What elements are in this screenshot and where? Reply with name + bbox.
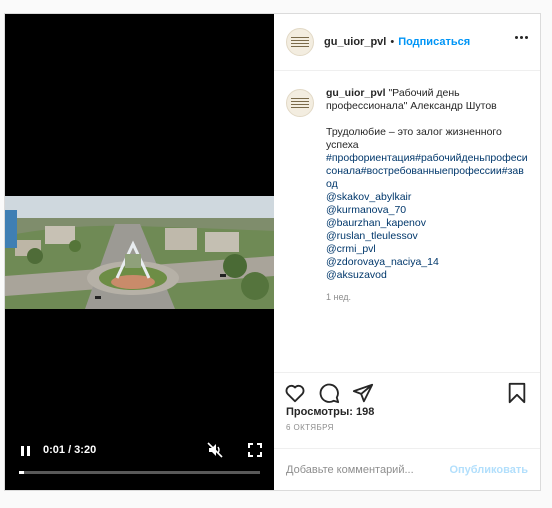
publish-button[interactable]: Опубликовать (449, 464, 528, 476)
instagram-post: 0:01 / 3:20 gu_uior_pvl • Подписаться gu… (4, 13, 541, 491)
hashtags[interactable]: #профориентация#рабочийденьпрофесисонала… (326, 152, 528, 191)
mentions-list: @skakov_abylkair @kurmanova_70 @baurzhan_k… (326, 191, 528, 282)
more-icon[interactable] (515, 36, 528, 39)
video-progress-bar[interactable] (19, 471, 260, 474)
share-icon[interactable] (352, 382, 374, 404)
time-ago[interactable]: 1 нед. (326, 291, 528, 304)
pause-icon[interactable] (19, 444, 33, 458)
mention-link[interactable]: @zdorovaya_naciya_14 (326, 256, 528, 269)
comment-bar: Добавьте комментарий... Опубликовать (274, 448, 540, 490)
video-progress-fill (19, 471, 24, 474)
follow-button[interactable]: Подписаться (398, 36, 470, 48)
caption-avatar[interactable] (286, 89, 314, 117)
video-controls: 0:01 / 3:20 (5, 430, 274, 490)
mention-link[interactable]: @aksuzavod (326, 269, 528, 282)
bookmark-icon[interactable] (506, 382, 528, 404)
caption: gu_uior_pvl "Рабочий день профессионала"… (326, 87, 528, 372)
avatar[interactable] (286, 28, 314, 56)
aerial-city-thumbnail (5, 196, 274, 309)
action-bar (274, 372, 540, 412)
caption-area: gu_uior_pvl "Рабочий день профессионала"… (274, 71, 540, 372)
username-link[interactable]: gu_uior_pvl (324, 36, 386, 48)
muted-speaker-icon[interactable] (207, 442, 223, 458)
comment-icon[interactable] (318, 382, 340, 404)
post-header: gu_uior_pvl • Подписаться (274, 14, 540, 71)
fullscreen-icon[interactable] (247, 442, 263, 458)
comment-input[interactable]: Добавьте комментарий... (286, 464, 414, 476)
mention-link[interactable]: @crmi_pvl (326, 243, 528, 256)
mention-link[interactable]: @skakov_abylkair (326, 191, 528, 204)
video-time: 0:01 / 3:20 (43, 444, 97, 456)
mention-link[interactable]: @kurmanova_70 (326, 204, 528, 217)
post-sidebar: gu_uior_pvl • Подписаться gu_uior_pvl "Р… (274, 14, 540, 490)
caption-text: Трудолюбие – это залог жизненного успеха (326, 126, 502, 151)
video-frame[interactable] (5, 196, 274, 309)
post-date: 6 ОКТЯБРЯ (286, 423, 334, 432)
mention-link[interactable]: @ruslan_tleulessov (326, 230, 528, 243)
video-player[interactable]: 0:01 / 3:20 (5, 14, 274, 490)
caption-username[interactable]: gu_uior_pvl (326, 87, 386, 99)
mention-link[interactable]: @baurzhan_kapenov (326, 217, 528, 230)
separator-dot: • (390, 36, 395, 48)
heart-icon[interactable] (284, 382, 306, 404)
